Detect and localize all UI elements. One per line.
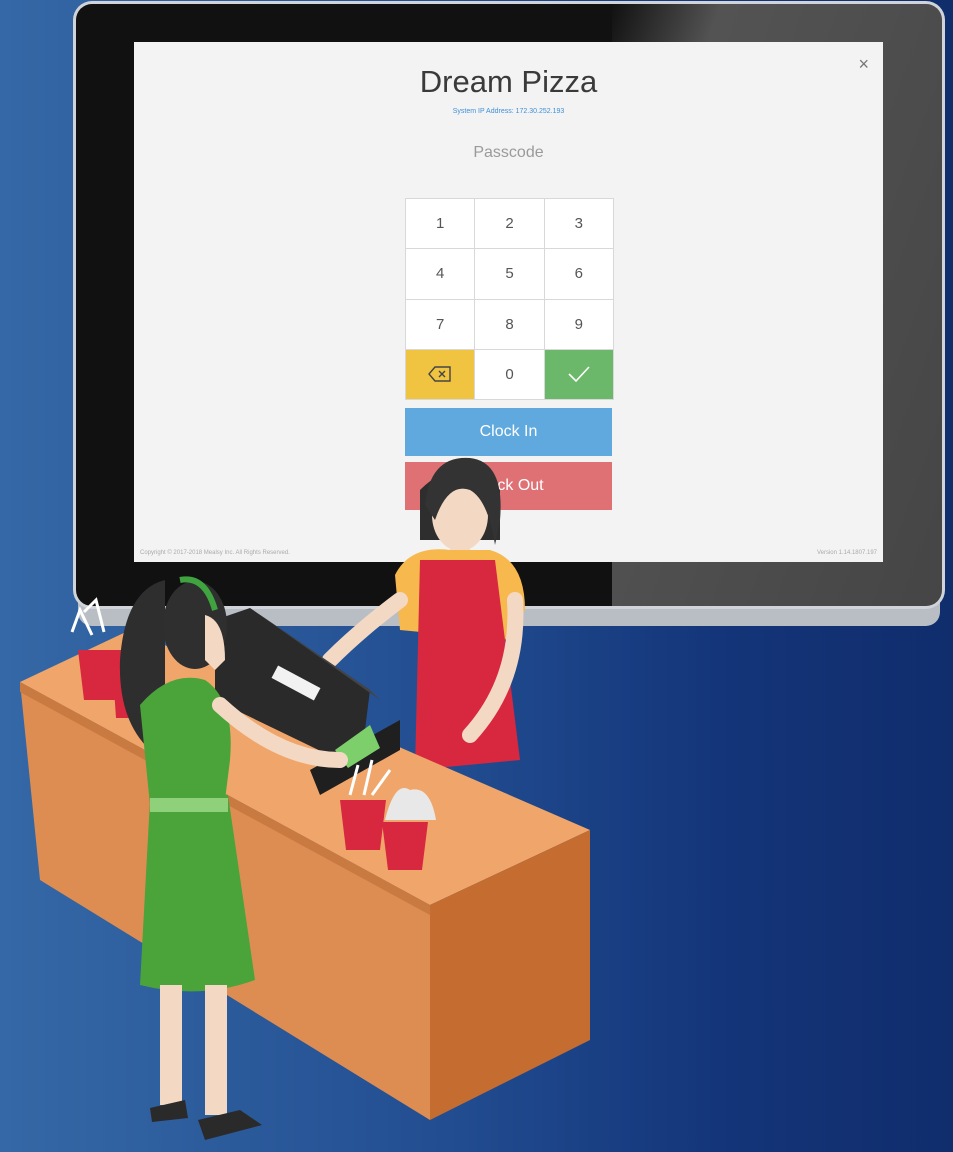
clock-out-button[interactable]: Clock Out bbox=[405, 462, 612, 510]
key-0[interactable]: 0 bbox=[475, 349, 544, 399]
clock-in-button[interactable]: Clock In bbox=[405, 408, 612, 456]
system-ip-address: System IP Address: 172.30.252.193 bbox=[452, 108, 565, 115]
customer-figure bbox=[119, 576, 348, 1140]
cups bbox=[70, 597, 436, 870]
numeric-keypad: 1 2 3 4 5 6 7 8 9 0 bbox=[405, 198, 614, 400]
check-icon bbox=[568, 366, 590, 383]
key-9[interactable]: 9 bbox=[544, 299, 613, 349]
page-title: Dream Pizza bbox=[419, 64, 598, 99]
backspace-icon bbox=[428, 366, 451, 383]
key-4[interactable]: 4 bbox=[406, 249, 475, 299]
version-text: Version 1.14.1807.197 bbox=[816, 550, 877, 556]
pos-login-screen: × Dream Pizza System IP Address: 172.30.… bbox=[134, 42, 883, 562]
key-6[interactable]: 6 bbox=[544, 249, 613, 299]
passcode-field[interactable]: Passcode bbox=[134, 144, 883, 162]
backspace-button[interactable] bbox=[406, 349, 475, 399]
key-5[interactable]: 5 bbox=[475, 249, 544, 299]
key-7[interactable]: 7 bbox=[406, 299, 475, 349]
key-8[interactable]: 8 bbox=[475, 299, 544, 349]
copyright-text: Copyright © 2017-2018 Mealsy Inc. All Ri… bbox=[140, 550, 290, 556]
counter bbox=[20, 630, 590, 1120]
key-2[interactable]: 2 bbox=[475, 199, 544, 249]
cash-register bbox=[215, 608, 400, 795]
key-3[interactable]: 3 bbox=[544, 199, 613, 249]
confirm-button[interactable] bbox=[544, 349, 613, 399]
key-1[interactable]: 1 bbox=[406, 199, 475, 249]
